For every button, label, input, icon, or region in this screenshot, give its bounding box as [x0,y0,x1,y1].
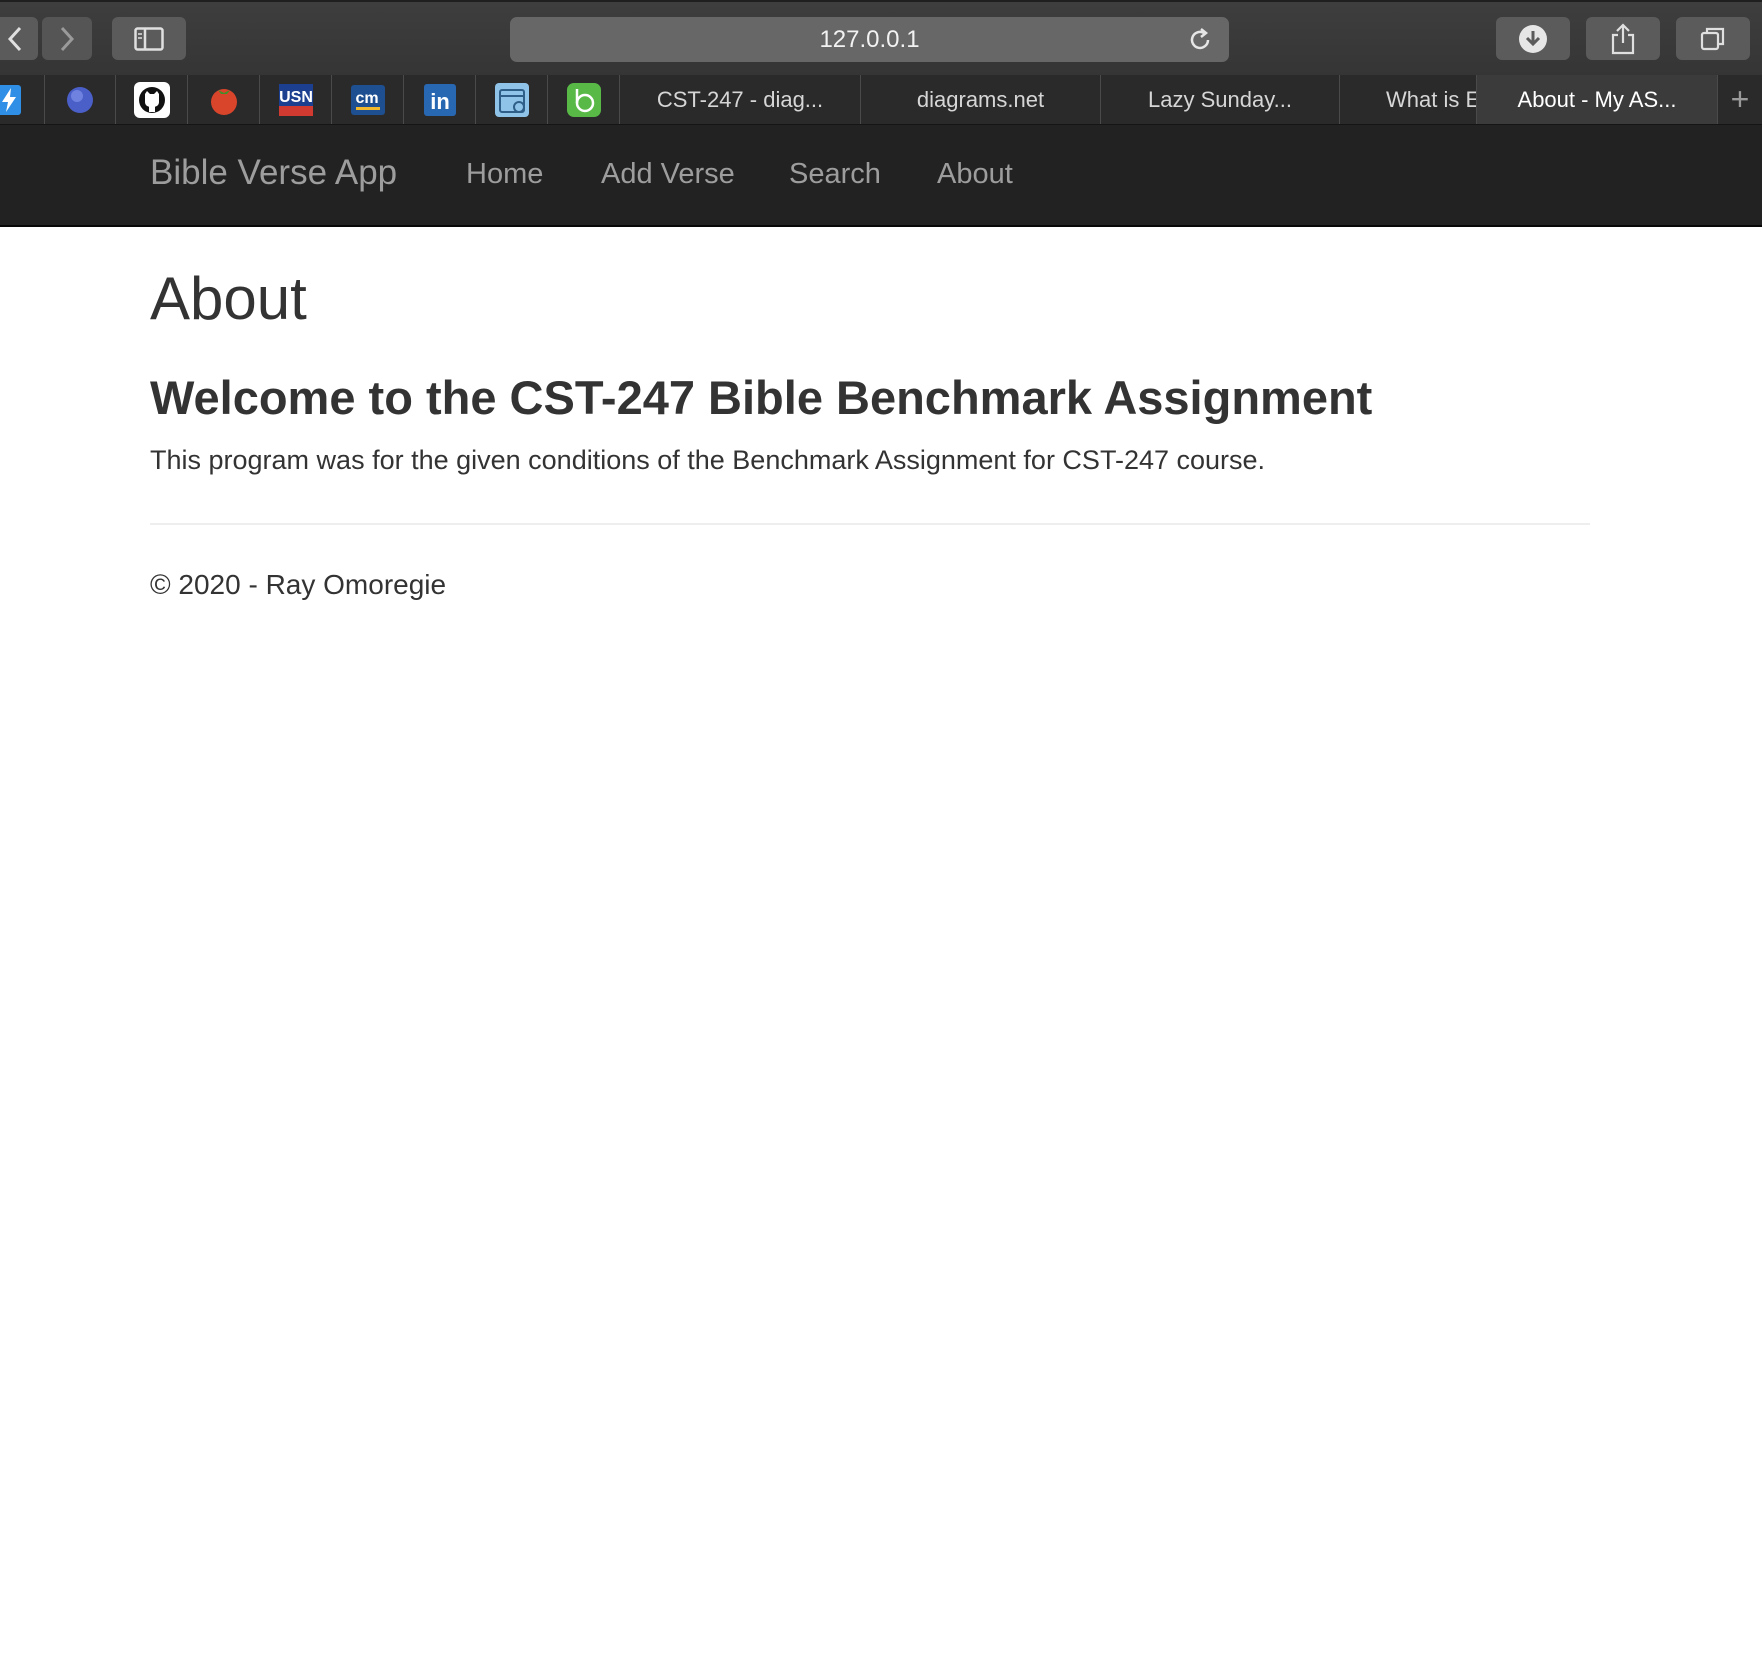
share-icon [1611,22,1635,54]
tab-strip: USN cm in CST-247 - diag... diagrams.net… [0,75,1762,125]
reload-icon[interactable] [1187,27,1213,53]
tab-cst-247[interactable]: CST-247 - diag... [620,75,861,124]
cm-icon: cm [351,84,385,115]
bolt-icon [0,84,21,115]
svg-text:USN: USN [279,89,313,106]
tab-label: diagrams.net [916,86,1045,112]
favorite-tomato[interactable] [189,75,260,124]
favorite-linkedin[interactable]: in [405,75,476,124]
usn-icon: USN [279,83,313,116]
favorite-usn[interactable]: USN [261,75,332,124]
nav-search[interactable]: Search [789,158,881,191]
share-button[interactable] [1586,17,1660,60]
welcome-heading: Welcome to the CST-247 Bible Benchmark A… [150,371,1373,424]
browser-toolbar: 127.0.0.1 [0,0,1762,75]
green-app-icon [567,82,601,117]
tomato-icon [211,88,237,115]
forward-button[interactable] [42,17,92,60]
favorite-bolt[interactable] [0,75,45,124]
tab-label: About - My AS... [1517,86,1677,112]
address-text: 127.0.0.1 [819,25,920,53]
navbar-brand[interactable]: Bible Verse App [150,153,397,193]
back-button[interactable] [0,17,38,60]
favorite-github[interactable] [117,75,188,124]
downloads-button[interactable] [1496,17,1570,60]
tabs-overview-button[interactable] [1676,17,1750,60]
tab-diagrams[interactable]: diagrams.net [861,75,1101,124]
chevron-right-icon [60,26,75,51]
svg-text:cm: cm [355,90,378,107]
footer-copyright: © 2020 - Ray Omoregie [150,569,447,600]
footer-divider [150,523,1590,525]
favorite-cm[interactable]: cm [333,75,404,124]
linkedin-icon: in [424,83,456,116]
nav-add-verse[interactable]: Add Verse [601,158,735,191]
download-icon [1519,24,1547,53]
address-bar[interactable]: 127.0.0.1 [510,17,1229,62]
tab-what-is[interactable]: What is E [1340,75,1477,124]
chevron-left-icon [7,26,22,51]
new-tab-button[interactable]: + [1718,75,1762,124]
favorite-green-app[interactable] [549,75,620,124]
tab-lazy-sunday[interactable]: Lazy Sunday... [1101,75,1340,124]
plus-icon: + [1730,81,1750,117]
tabs-overview-icon [1700,27,1725,50]
github-icon [134,81,170,118]
tab-label: What is E [1386,86,1477,112]
blue-circle-icon [67,86,93,113]
tab-label: CST-247 - diag... [656,86,824,112]
sidebar-button[interactable] [112,17,186,60]
app-navbar: Bible Verse App Home Add Verse Search Ab… [0,125,1762,227]
page-title: About [150,265,307,332]
description-text: This program was for the given condition… [150,445,1266,475]
favorite-calendar[interactable] [477,75,548,124]
calendar-icon [495,82,529,117]
tab-label: Lazy Sunday... [1148,86,1292,112]
nav-about[interactable]: About [937,158,1013,191]
nav-home[interactable]: Home [466,158,543,191]
favorite-blue-circle[interactable] [45,75,116,124]
sidebar-icon [134,26,164,51]
svg-text:in: in [430,89,450,114]
tab-about-active[interactable]: About - My AS... [1477,75,1718,124]
